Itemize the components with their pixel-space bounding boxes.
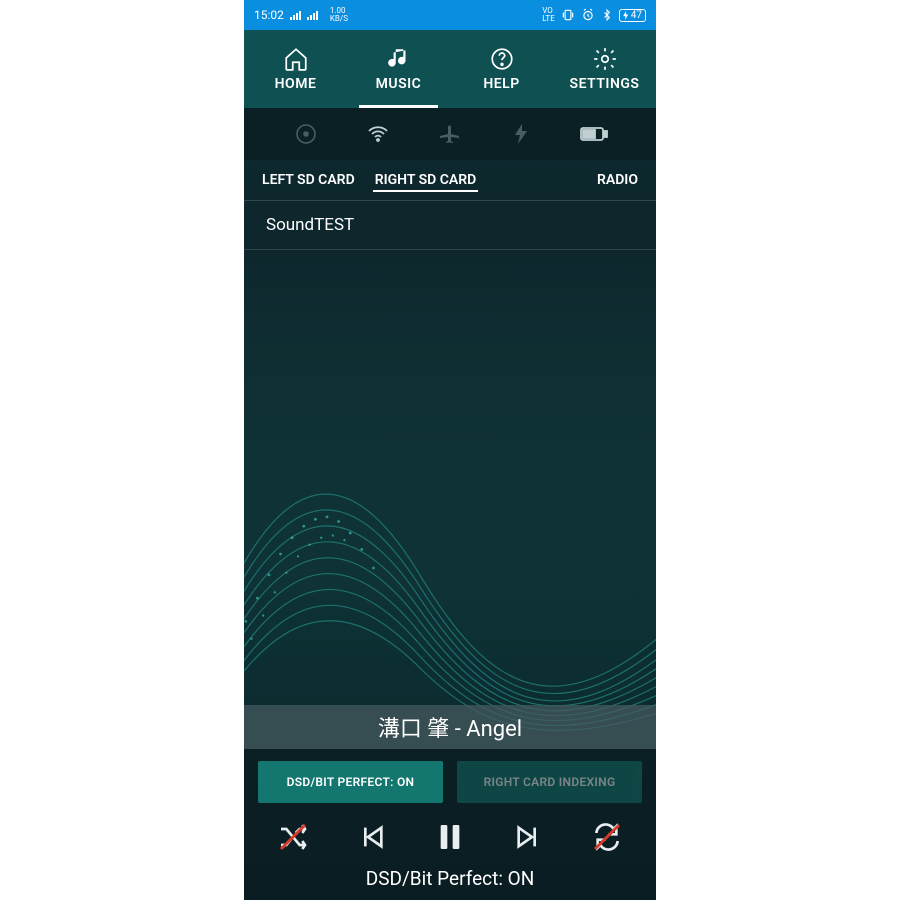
subtab-left-sd[interactable]: LEFT SD CARD <box>252 164 365 196</box>
battery-pill: 47 <box>619 9 646 22</box>
gear-icon <box>592 46 618 72</box>
tab-home-label: HOME <box>275 76 317 92</box>
tab-music[interactable]: MUSIC <box>347 30 450 108</box>
subtab-radio[interactable]: RADIO <box>587 164 648 196</box>
action-buttons: DSD/BIT PERFECT: ON RIGHT CARD INDEXING <box>244 749 656 809</box>
main-nav: HOME MUSIC HELP SETTINGS <box>244 30 656 108</box>
battery-strip-icon[interactable] <box>580 122 608 146</box>
visualizer-area: 溝口 肇 - Angel <box>244 250 656 749</box>
airplane-icon[interactable] <box>436 122 464 146</box>
volte-icon: VO LTE <box>542 7 555 23</box>
next-icon[interactable] <box>512 821 544 853</box>
indexing-button[interactable]: RIGHT CARD INDEXING <box>457 761 642 803</box>
alarm-icon <box>581 8 595 22</box>
status-icon-strip <box>244 108 656 160</box>
previous-icon[interactable] <box>356 821 388 853</box>
clock: 15:02 <box>254 8 284 22</box>
folder-item-label: SoundTEST <box>266 215 354 235</box>
tab-home[interactable]: HOME <box>244 30 347 108</box>
dsd-toggle-button[interactable]: DSD/BIT PERFECT: ON <box>258 761 443 803</box>
pause-icon[interactable] <box>434 821 466 853</box>
android-status-bar: 15:02 1.00 KB/S VO LTE 47 <box>244 0 656 30</box>
home-icon <box>283 46 309 72</box>
tab-help-label: HELP <box>483 76 519 92</box>
status-left: 15:02 1.00 KB/S <box>254 7 348 23</box>
storage-tabs: LEFT SD CARD RIGHT SD CARD RADIO <box>244 160 656 200</box>
waveform-graphic <box>244 250 656 749</box>
repeat-icon[interactable] <box>591 821 623 853</box>
wifi-strip-icon[interactable] <box>364 122 392 146</box>
disc-icon[interactable] <box>292 122 320 146</box>
bluetooth-icon <box>601 8 613 22</box>
music-icon <box>386 46 412 72</box>
playback-controls <box>244 809 656 865</box>
data-rate: 1.00 KB/S <box>330 7 348 23</box>
flash-icon[interactable] <box>508 122 536 146</box>
signal-bars-icon <box>290 11 301 20</box>
tab-settings-label: SETTINGS <box>570 76 640 92</box>
tab-help[interactable]: HELP <box>450 30 553 108</box>
shuffle-icon[interactable] <box>277 821 309 853</box>
status-right: VO LTE 47 <box>542 7 646 23</box>
subtab-right-sd[interactable]: RIGHT SD CARD <box>365 164 487 196</box>
phone-frame: 15:02 1.00 KB/S VO LTE 47 HOME <box>244 0 656 900</box>
help-icon <box>489 46 515 72</box>
tab-settings[interactable]: SETTINGS <box>553 30 656 108</box>
now-playing-bar[interactable]: 溝口 肇 - Angel <box>244 705 656 749</box>
signal-bars-icon-2 <box>307 11 318 20</box>
tab-music-label: MUSIC <box>376 76 422 92</box>
footer-status: DSD/Bit Perfect: ON <box>244 865 656 900</box>
now-playing-title: 溝口 肇 - Angel <box>378 717 522 742</box>
vibrate-icon <box>561 8 575 22</box>
folder-item[interactable]: SoundTEST <box>244 200 656 250</box>
